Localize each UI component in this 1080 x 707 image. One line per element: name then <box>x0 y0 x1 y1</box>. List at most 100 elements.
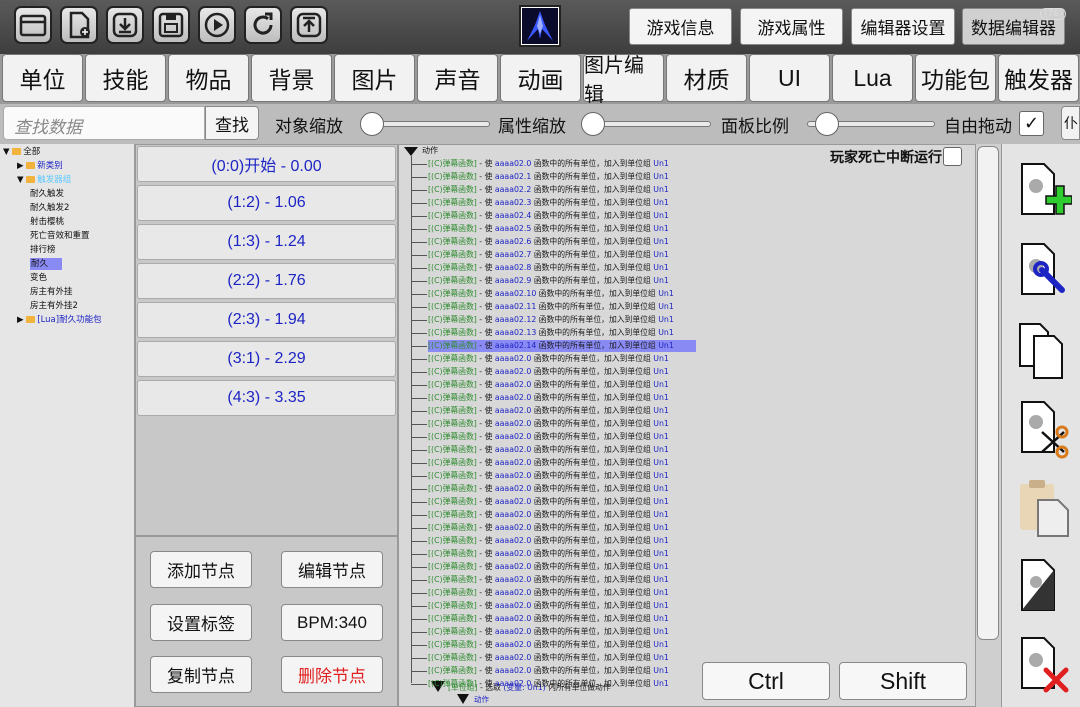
action-row[interactable]: [(C)弹幕函数] - 使 aaaa02.0 函数中的所有单位，加入到单位组 U… <box>428 574 669 586</box>
play-icon[interactable] <box>198 6 236 44</box>
tree-item[interactable]: 变色 <box>30 272 47 284</box>
tree-item[interactable]: ▼ 触发器组 <box>17 174 71 186</box>
game-attributes-button[interactable]: 游戏属性 <box>740 8 843 45</box>
tree-item[interactable]: 房主有外挂2 <box>30 300 78 312</box>
folder-open-icon[interactable] <box>14 6 52 44</box>
action-row[interactable]: [(C)弹幕函数] - 使 aaaa02.0 函数中的所有单位，加入到单位组 U… <box>428 600 669 612</box>
copy-doc-icon[interactable] <box>1016 320 1072 382</box>
tab-animation[interactable]: 动画 <box>500 54 581 102</box>
upload-icon[interactable] <box>290 6 328 44</box>
tree-item[interactable]: ▶ 新类别 <box>17 160 63 172</box>
tab-lua[interactable]: Lua <box>832 54 913 102</box>
action-row[interactable]: [(C)弹幕函数] - 使 aaaa02.0 函数中的所有单位，加入到单位组 U… <box>428 158 669 170</box>
panel-ratio-knob[interactable] <box>815 112 839 136</box>
action-row[interactable]: [(C)弹幕函数] - 使 aaaa02.2 函数中的所有单位，加入到单位组 U… <box>428 184 669 196</box>
copy-node-button[interactable]: 复制节点 <box>150 656 252 693</box>
action-row[interactable]: [(C)弹幕函数] - 使 aaaa02.5 函数中的所有单位，加入到单位组 U… <box>428 223 669 235</box>
action-row[interactable]: [(C)弹幕函数] - 使 aaaa02.0 函数中的所有单位，加入到单位组 U… <box>428 483 669 495</box>
delete-node-button[interactable]: 删除节点 <box>281 656 383 693</box>
edit-doc-icon[interactable] <box>1016 240 1072 302</box>
tree-item[interactable]: 耐久 <box>30 258 62 270</box>
action-row[interactable]: [(C)弹幕函数] - 使 aaaa02.0 函数中的所有单位，加入到单位组 U… <box>428 379 669 391</box>
action-row[interactable]: [(C)弹幕函数] - 使 aaaa02.0 函数中的所有单位，加入到单位组 U… <box>428 366 669 378</box>
tree-expand-icon[interactable]: ▶ <box>17 161 26 171</box>
action-row[interactable]: [(C)弹幕函数] - 使 aaaa02.11 函数中的所有单位，加入到单位组 … <box>428 301 674 313</box>
action-row[interactable]: [(C)弹幕函数] - 使 aaaa02.13 函数中的所有单位，加入到单位组 … <box>428 327 674 339</box>
node-item[interactable]: (2:2) - 1.76 <box>137 263 396 299</box>
action-row[interactable]: [(C)弹幕函数] - 使 aaaa02.0 函数中的所有单位，加入到单位组 U… <box>428 665 669 677</box>
action-row[interactable]: [(C)弹幕函数] - 使 aaaa02.0 函数中的所有单位，加入到单位组 U… <box>428 522 669 534</box>
action-row[interactable]: [(C)弹幕函数] - 使 aaaa02.4 函数中的所有单位，加入到单位组 U… <box>428 210 669 222</box>
search-input[interactable]: 查找数据 <box>3 106 205 140</box>
ctrl-key-button[interactable]: Ctrl <box>702 662 830 700</box>
cut-doc-icon[interactable] <box>1016 398 1072 460</box>
action-row[interactable]: [(C)弹幕函数] - 使 aaaa02.0 函数中的所有单位，加入到单位组 U… <box>428 392 669 404</box>
action-row[interactable]: [(C)弹幕函数] - 使 aaaa02.0 函数中的所有单位，加入到单位组 U… <box>428 431 669 443</box>
node-item[interactable]: (0:0)开始 - 0.00 <box>137 146 396 182</box>
tree-item[interactable]: 排行榜 <box>30 244 56 256</box>
delete-doc-icon[interactable] <box>1016 634 1072 696</box>
action-row[interactable]: [(C)弹幕函数] - 使 aaaa02.0 函数中的所有单位，加入到单位组 U… <box>428 613 669 625</box>
tab-feature-pack[interactable]: 功能包 <box>915 54 996 102</box>
action-row[interactable]: [(C)弹幕函数] - 使 aaaa02.0 函数中的所有单位，加入到单位组 U… <box>428 470 669 482</box>
tree-root[interactable]: ▼ 全部 <box>3 146 40 158</box>
action-row[interactable]: [(C)弹幕函数] - 使 aaaa02.0 函数中的所有单位，加入到单位组 U… <box>428 418 669 430</box>
edit-node-button[interactable]: 编辑节点 <box>281 551 383 588</box>
attr-scale-knob[interactable] <box>581 112 605 136</box>
action-row[interactable]: [(C)弹幕函数] - 使 aaaa02.0 函数中的所有单位，加入到单位组 U… <box>428 626 669 638</box>
editor-settings-button[interactable]: 编辑器设置 <box>851 8 955 45</box>
node-item[interactable]: (3:1) - 2.29 <box>137 341 396 377</box>
tab-skill[interactable]: 技能 <box>85 54 166 102</box>
action-row[interactable]: [(C)弹幕函数] - 使 aaaa02.10 函数中的所有单位，加入到单位组 … <box>428 288 674 300</box>
node-item[interactable]: (4:3) - 3.35 <box>137 380 396 416</box>
action-row[interactable]: [(C)弹幕函数] - 使 aaaa02.0 函数中的所有单位，加入到单位组 U… <box>428 587 669 599</box>
tree-item[interactable]: 耐久触发 <box>30 188 64 200</box>
tree-item[interactable]: ▶ [Lua]耐久功能包 <box>17 314 102 326</box>
tab-material[interactable]: 材质 <box>666 54 747 102</box>
tab-trigger[interactable]: 触发器 <box>998 54 1079 102</box>
tab-ui[interactable]: UI <box>749 54 830 102</box>
action-row[interactable]: [(C)弹幕函数] - 使 aaaa02.0 函数中的所有单位，加入到单位组 U… <box>428 639 669 651</box>
tree-expand-icon[interactable]: ▼ <box>17 175 26 185</box>
scrollbar[interactable] <box>977 146 999 640</box>
free-drag-checkbox[interactable]: ✓ <box>1019 111 1044 136</box>
action-row[interactable]: [(C)弹幕函数] - 使 aaaa02.12 函数中的所有单位，加入到单位组 … <box>428 314 674 326</box>
action-row[interactable]: [(C)弹幕函数] - 使 aaaa02.1 函数中的所有单位，加入到单位组 U… <box>428 171 669 183</box>
shift-key-button[interactable]: Shift <box>839 662 967 700</box>
tree-item[interactable]: 死亡音效和重置 <box>30 230 90 242</box>
node-item[interactable]: (2:3) - 1.94 <box>137 302 396 338</box>
tree-item[interactable]: 射击樱桃 <box>30 216 64 228</box>
action-row[interactable]: [(C)弹幕函数] - 使 aaaa02.0 函数中的所有单位，加入到单位组 U… <box>428 652 669 664</box>
action-row[interactable]: [(C)弹幕函数] - 使 aaaa02.6 函数中的所有单位，加入到单位组 U… <box>428 236 669 248</box>
tab-sound[interactable]: 声音 <box>417 54 498 102</box>
action-row[interactable]: [(C)弹幕函数] - 使 aaaa02.0 函数中的所有单位，加入到单位组 U… <box>428 457 669 469</box>
collapse-arrow-icon[interactable] <box>404 147 418 156</box>
action-row[interactable]: [(C)弹幕函数] - 使 aaaa02.0 函数中的所有单位，加入到单位组 U… <box>428 496 669 508</box>
action-row[interactable]: [(C)弹幕函数] - 使 aaaa02.0 函数中的所有单位，加入到单位组 U… <box>428 444 669 456</box>
data-tree[interactable]: ▼ 全部 ▶ 新类别 ▼ 触发器组 耐久触发 耐久触发2 射击樱桃 死亡音效和重置 排行榜 耐久… <box>0 144 135 707</box>
new-file-icon[interactable] <box>60 6 98 44</box>
set-tag-button[interactable]: 设置标签 <box>150 604 252 641</box>
cut-off-button[interactable]: 仆 <box>1061 106 1080 140</box>
download-icon[interactable] <box>106 6 144 44</box>
death-interrupt-checkbox[interactable] <box>943 147 962 166</box>
game-info-button[interactable]: 游戏信息 <box>629 8 732 45</box>
tab-background[interactable]: 背景 <box>251 54 332 102</box>
paste-icon[interactable] <box>1016 476 1072 538</box>
action-row[interactable]: [(C)弹幕函数] - 使 aaaa02.8 函数中的所有单位，加入到单位组 U… <box>428 262 669 274</box>
refresh-icon[interactable] <box>244 6 282 44</box>
object-scale-knob[interactable] <box>360 112 384 136</box>
action-row[interactable]: [(C)弹幕函数] - 使 aaaa02.0 函数中的所有单位，加入到单位组 U… <box>428 353 669 365</box>
tree-expand-icon[interactable]: ▼ <box>3 147 12 157</box>
tab-unit[interactable]: 单位 <box>2 54 83 102</box>
action-row[interactable]: [(C)弹幕函数] - 使 aaaa02.0 函数中的所有单位，加入到单位组 U… <box>428 678 669 690</box>
add-node-button[interactable]: 添加节点 <box>150 551 252 588</box>
tab-image[interactable]: 图片 <box>334 54 415 102</box>
contrast-doc-icon[interactable] <box>1016 556 1072 618</box>
node-item[interactable]: (1:3) - 1.24 <box>137 224 396 260</box>
action-row[interactable]: [(C)弹幕函数] - 使 aaaa02.0 函数中的所有单位，加入到单位组 U… <box>428 535 669 547</box>
action-row[interactable]: [(C)弹幕函数] - 使 aaaa02.0 函数中的所有单位，加入到单位组 U… <box>428 509 669 521</box>
tree-expand-icon[interactable]: ▶ <box>17 315 26 325</box>
action-row[interactable]: [(C)弹幕函数] - 使 aaaa02.0 函数中的所有单位，加入到单位组 U… <box>428 405 669 417</box>
search-button[interactable]: 查找 <box>205 106 259 140</box>
